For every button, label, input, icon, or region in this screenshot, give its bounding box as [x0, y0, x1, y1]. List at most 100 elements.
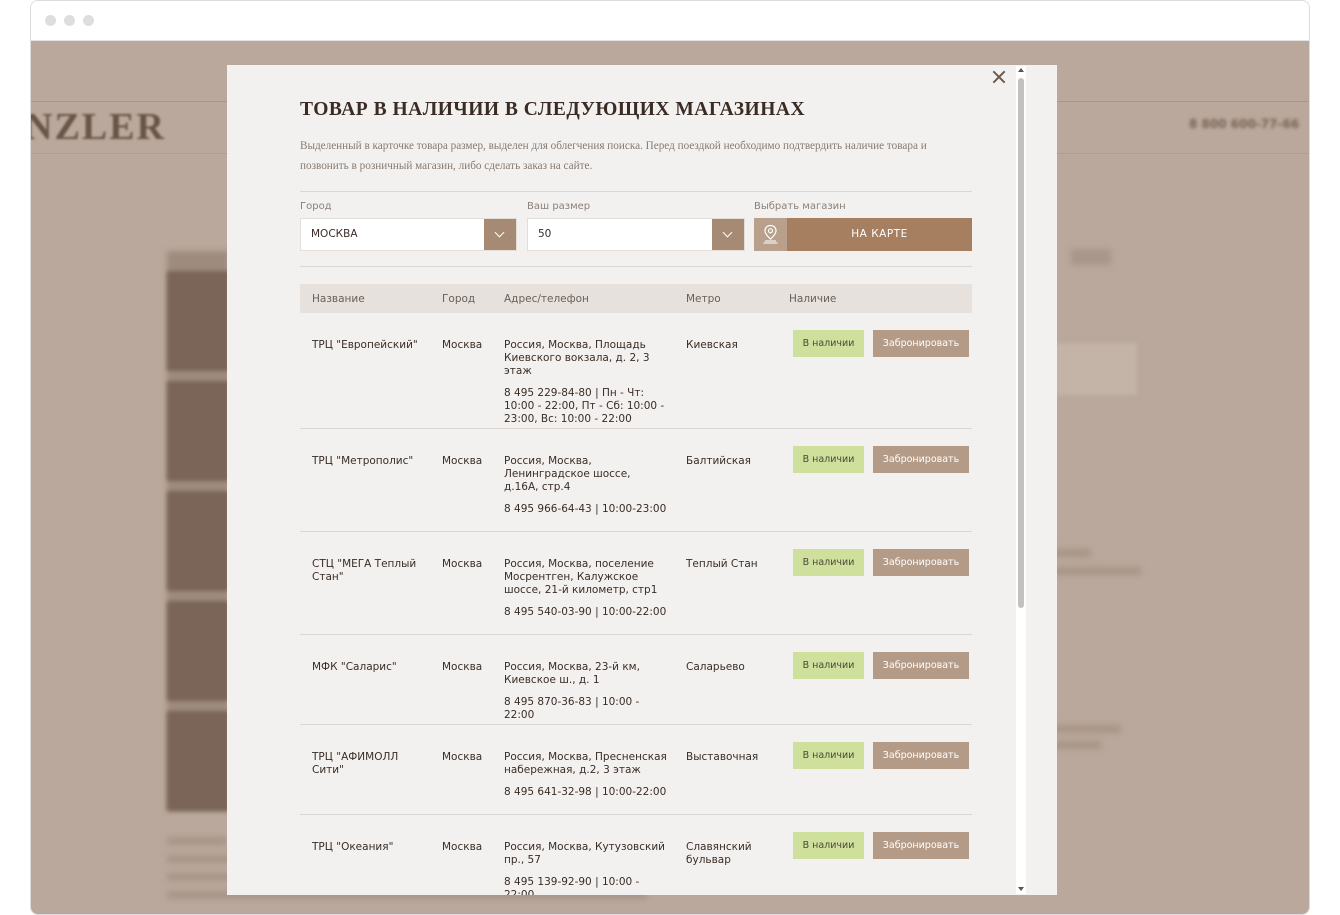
modal-scrollbar[interactable] — [1016, 66, 1026, 894]
store-address: Россия, Москва, Кутузовский пр., 57 — [504, 841, 665, 866]
column-header-name: Название — [312, 293, 365, 305]
page-overlay[interactable]: NZLER 8 800 600-77-66 ТОВАР В НАЛИЧИИ В … — [31, 41, 1309, 914]
store-availability-modal: ТОВАР В НАЛИЧИИ В СЛЕДУЮЩИХ МАГАЗИНАХ Вы… — [227, 65, 1057, 895]
browser-window: NZLER 8 800 600-77-66 ТОВАР В НАЛИЧИИ В … — [30, 0, 1310, 915]
store-phone: 8 495 139-92-90 | 10:00 - 22:00 — [504, 876, 640, 895]
window-minimize-dot[interactable] — [64, 15, 75, 26]
product-thumbnail — [167, 711, 229, 811]
column-header-metro: Метро — [686, 293, 721, 305]
divider — [300, 191, 972, 192]
store-address-cell: Россия, Москва, 23-й км, Киевское ш., д.… — [504, 661, 668, 722]
in-stock-badge: В наличии — [793, 832, 864, 859]
scroll-up-arrow[interactable] — [1018, 68, 1024, 72]
reserve-button[interactable]: Забронировать — [873, 330, 969, 357]
modal-description: Выделенный в карточке товара размер, выд… — [300, 140, 927, 172]
chevron-down-icon[interactable] — [484, 219, 516, 250]
size-label: Ваш размер — [527, 201, 591, 212]
store-address-cell: Россия, Москва, Площадь Киевского вокзал… — [504, 339, 668, 426]
store-phone: 8 495 229-84-80 | Пн - Чт: 10:00 - 22:00… — [504, 387, 665, 425]
in-stock-badge: В наличии — [793, 446, 864, 473]
window-close-dot[interactable] — [45, 15, 56, 26]
in-stock-badge: В наличии — [793, 330, 864, 357]
divider — [300, 266, 972, 267]
show-on-map-button[interactable]: НА КАРТЕ — [787, 218, 972, 251]
chevron-down-icon[interactable] — [712, 219, 744, 250]
brand-logo: NZLER — [31, 106, 166, 148]
window-titlebar — [31, 1, 1309, 41]
header-phone: 8 800 600-77-66 — [1189, 117, 1300, 131]
discount-badge — [1051, 343, 1137, 395]
store-address: Россия, Москва, Ленинградское шоссе, д.1… — [504, 455, 631, 493]
store-city: Москва — [442, 751, 483, 763]
in-stock-badge: В наличии — [793, 742, 864, 769]
column-header-address: Адрес/телефон — [504, 293, 589, 305]
scrollbar-thumb[interactable] — [1018, 78, 1024, 608]
size-select-value: 50 — [538, 228, 552, 240]
store-city: Москва — [442, 339, 483, 351]
store-city: Москва — [442, 661, 483, 673]
product-thumbnail — [167, 271, 229, 371]
reserve-button[interactable]: Забронировать — [873, 652, 969, 679]
product-thumbnail — [167, 381, 229, 481]
store-metro: Теплый Стан — [686, 558, 758, 570]
table-row: ТРЦ "Океания" Москва Россия, Москва, Кут… — [300, 815, 972, 895]
store-address: Россия, Москва, Площадь Киевского вокзал… — [504, 339, 650, 377]
store-city: Москва — [442, 455, 483, 467]
map-pin-icon[interactable] — [754, 218, 787, 251]
share-icon — [1071, 249, 1111, 265]
store-metro: Киевская — [686, 339, 738, 351]
table-row: ТРЦ "Европейский" Москва Россия, Москва,… — [300, 313, 972, 429]
store-city: Москва — [442, 558, 483, 570]
reserve-button[interactable]: Забронировать — [873, 549, 969, 576]
scroll-down-arrow[interactable] — [1018, 887, 1024, 891]
column-header-city: Город — [442, 293, 476, 305]
store-name: ТРЦ "Метрополис" — [312, 455, 414, 467]
window-maximize-dot[interactable] — [83, 15, 94, 26]
city-select[interactable]: МОСКВА — [300, 218, 517, 251]
store-address-cell: Россия, Москва, Кутузовский пр., 57 8 49… — [504, 841, 668, 895]
bg-text — [1051, 725, 1121, 733]
table-header: Название Город Адрес/телефон Метро Налич… — [300, 284, 972, 313]
reserve-button[interactable]: Забронировать — [873, 446, 969, 473]
store-phone: 8 495 966-64-43 | 10:00-23:00 — [504, 503, 667, 515]
store-name: МФК "Саларис" — [312, 661, 397, 673]
bg-text — [1051, 741, 1101, 749]
bg-text — [167, 837, 227, 845]
store-phone: 8 495 540-03-90 | 10:00-22:00 — [504, 606, 667, 618]
store-city: Москва — [442, 841, 483, 853]
store-name: СТЦ "МЕГА Теплый Стан" — [312, 558, 417, 583]
store-address-cell: Россия, Москва, поселение Мосрентген, Ка… — [504, 558, 668, 619]
store-name: ТРЦ "АФИМОЛЛ Сити" — [312, 751, 399, 776]
bg-text — [1051, 567, 1141, 575]
store-address: Россия, Москва, Пресненская набережная, … — [504, 751, 667, 776]
store-address-cell: Россия, Москва, Пресненская набережная, … — [504, 751, 668, 799]
store-address: Россия, Москва, 23-й км, Киевское ш., д.… — [504, 661, 640, 686]
store-label: Выбрать магазин — [754, 201, 846, 212]
modal-title: ТОВАР В НАЛИЧИИ В СЛЕДУЮЩИХ МАГАЗИНАХ — [300, 99, 806, 120]
store-address-cell: Россия, Москва, Ленинградское шоссе, д.1… — [504, 455, 668, 516]
table-row: МФК "Саларис" Москва Россия, Москва, 23-… — [300, 635, 972, 725]
store-metro: Саларьево — [686, 661, 745, 673]
city-label: Город — [300, 201, 332, 212]
city-select-value: МОСКВА — [311, 228, 358, 240]
table-row: СТЦ "МЕГА Теплый Стан" Москва Россия, Мо… — [300, 532, 972, 635]
reserve-button[interactable]: Забронировать — [873, 742, 969, 769]
store-address: Россия, Москва, поселение Мосрентген, Ка… — [504, 558, 658, 596]
size-select[interactable]: 50 — [527, 218, 745, 251]
store-metro: Славянский бульвар — [686, 841, 752, 866]
product-thumbnail — [167, 601, 229, 701]
reserve-button[interactable]: Забронировать — [873, 832, 969, 859]
store-metro: Выставочная — [686, 751, 759, 763]
store-phone: 8 495 870-36-83 | 10:00 - 22:00 — [504, 696, 640, 721]
close-icon[interactable] — [991, 69, 1007, 85]
table-row: ТРЦ "Метрополис" Москва Россия, Москва, … — [300, 429, 972, 532]
column-header-availability: Наличие — [789, 293, 837, 305]
store-metro: Балтийская — [686, 455, 751, 467]
store-name: ТРЦ "Океания" — [312, 841, 394, 853]
in-stock-badge: В наличии — [793, 652, 864, 679]
product-thumbnail — [167, 491, 229, 591]
store-name: ТРЦ "Европейский" — [312, 339, 418, 351]
in-stock-badge: В наличии — [793, 549, 864, 576]
table-row: ТРЦ "АФИМОЛЛ Сити" Москва Россия, Москва… — [300, 725, 972, 815]
store-phone: 8 495 641-32-98 | 10:00-22:00 — [504, 786, 667, 798]
